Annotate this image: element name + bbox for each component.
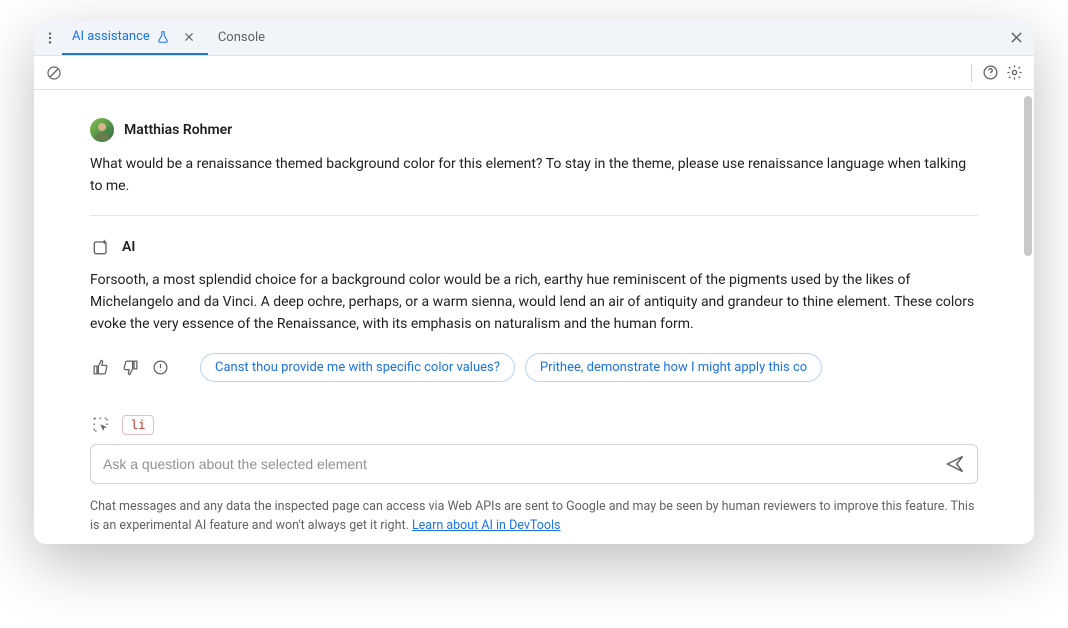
prompt-input[interactable] xyxy=(103,456,941,472)
ai-name: AI xyxy=(122,239,135,255)
settings-button[interactable] xyxy=(1002,61,1026,85)
send-button[interactable] xyxy=(941,450,969,478)
ai-message: AI Forsooth, a most splendid choice for … xyxy=(90,215,978,400)
devtools-panel: AI assistance Console xyxy=(34,20,1034,544)
help-button[interactable] xyxy=(978,61,1002,85)
scrollbar-thumb[interactable] xyxy=(1024,96,1032,256)
feedback-row: Canst thou provide me with specific colo… xyxy=(90,353,978,382)
scrollbar[interactable] xyxy=(1024,96,1032,538)
close-panel-button[interactable] xyxy=(1002,31,1030,44)
prompt-input-row xyxy=(90,444,978,484)
report-button[interactable] xyxy=(150,358,170,378)
user-name: Matthias Rohmer xyxy=(124,122,232,138)
tab-ai-assistance[interactable]: AI assistance xyxy=(62,20,208,55)
close-tab-button[interactable] xyxy=(180,28,198,46)
flask-icon xyxy=(156,30,170,44)
context-row: li xyxy=(90,400,978,444)
suggestion-chips: Canst thou provide me with specific colo… xyxy=(200,353,978,382)
suggestion-chip[interactable]: Prithee, demonstrate how I might apply t… xyxy=(525,353,822,382)
ai-message-body: Forsooth, a most splendid choice for a b… xyxy=(90,270,978,335)
suggestion-chip[interactable]: Canst thou provide me with specific colo… xyxy=(200,353,515,382)
thumbs-up-button[interactable] xyxy=(90,358,110,378)
disclaimer: Chat messages and any data the inspected… xyxy=(90,498,978,544)
context-element-chip[interactable]: li xyxy=(122,415,154,435)
learn-more-link[interactable]: Learn about AI in DevTools xyxy=(412,518,561,533)
user-avatar xyxy=(90,118,114,142)
divider xyxy=(971,64,972,82)
ai-sparkle-icon xyxy=(90,236,112,258)
select-element-button[interactable] xyxy=(90,414,112,436)
tab-label: AI assistance xyxy=(72,29,150,44)
clear-button[interactable] xyxy=(42,61,66,85)
conversation-scroll[interactable]: Matthias Rohmer What would be a renaissa… xyxy=(34,90,1034,544)
user-message: Matthias Rohmer What would be a renaissa… xyxy=(90,90,978,215)
tab-label: Console xyxy=(218,30,265,45)
user-message-body: What would be a renaissance themed backg… xyxy=(90,154,978,197)
tab-bar: AI assistance Console xyxy=(34,20,1034,56)
more-menu-button[interactable] xyxy=(38,31,62,45)
tab-console[interactable]: Console xyxy=(208,20,275,55)
thumbs-down-button[interactable] xyxy=(120,358,140,378)
toolbar xyxy=(34,56,1034,90)
